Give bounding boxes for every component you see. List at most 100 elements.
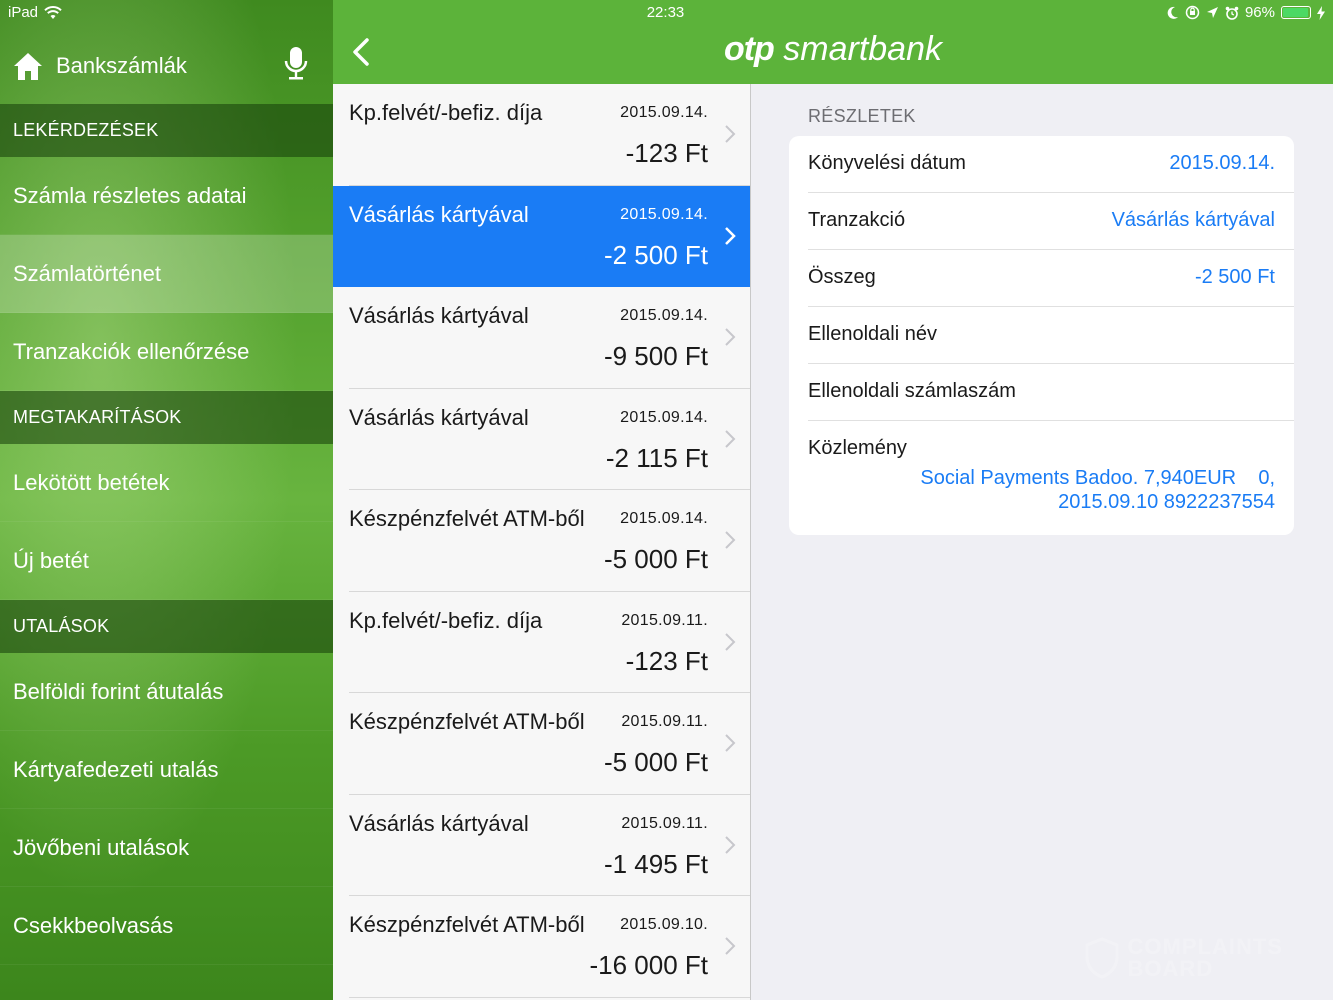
transaction-row[interactable]: Kp.felvét/-befiz. díja 2015.09.11. -123 … — [333, 592, 750, 694]
sidebar-item-card-coverage-transfer[interactable]: Kártyafedezeti utalás — [0, 731, 333, 809]
transaction-amount: -123 Ft — [625, 138, 708, 168]
transaction-name: Vásárlás kártyával — [349, 404, 529, 430]
sidebar-item-transaction-check[interactable]: Tranzakciók ellenőrzése — [0, 313, 333, 391]
transaction-date: 2015.09.11. — [621, 814, 708, 832]
transaction-row[interactable]: Készpénzfelvét ATM-ből 2015.09.14. -5 00… — [333, 490, 750, 592]
home-icon — [14, 53, 42, 80]
details-card: Könyvelési dátum 2015.09.14. Tranzakció … — [789, 136, 1294, 535]
chevron-right-icon — [725, 632, 736, 651]
transaction-date: 2015.09.14. — [620, 205, 708, 223]
watermark-line1: COMPLAINTS — [1127, 934, 1283, 959]
transaction-row-selected[interactable]: Vásárlás kártyával 2015.09.14. -2 500 Ft — [333, 185, 750, 287]
sidebar-menu: LEKÉRDEZÉSEK Számla részletes adatai Szá… — [0, 104, 333, 965]
detail-value: Vásárlás kártyával — [1111, 209, 1275, 231]
transaction-amount: -1 495 Ft — [603, 848, 708, 879]
transaction-name: Készpénzfelvét ATM-ből — [349, 506, 585, 531]
detail-note-value: Social Payments Badoo. 7,940EUR 0, 2015.… — [920, 466, 1275, 514]
transaction-name: Vásárlás kártyával — [349, 810, 529, 836]
detail-value: 2015.09.14. — [1169, 152, 1275, 174]
sidebar-header-title: Bankszámlák — [56, 53, 187, 78]
chevron-right-icon — [725, 226, 736, 245]
device-label: iPad — [8, 4, 39, 21]
transaction-amount: -16 000 Ft — [589, 950, 708, 980]
transaction-date: 2015.09.14. — [620, 104, 708, 121]
detail-note-line: Social Payments Badoo. 7,940EUR 0, — [920, 467, 1275, 489]
sidebar-item-fixed-deposits[interactable]: Lekötött betétek — [0, 444, 333, 522]
transaction-row[interactable]: Készpénzfelvét ATM-ből 2015.09.11. -5 00… — [333, 693, 750, 795]
rotation-lock-icon — [1185, 5, 1200, 20]
transaction-amount: -5 000 Ft — [603, 544, 708, 574]
detail-row-amount: Összeg -2 500 Ft — [808, 250, 1294, 307]
detail-label: Könyvelési dátum — [808, 152, 966, 174]
sidebar-item-cheque-scan[interactable]: Csekkbeolvasás — [0, 887, 333, 965]
battery-icon — [1281, 6, 1311, 19]
watermark: COMPLAINTS BOARD — [1084, 936, 1283, 980]
transaction-date: 2015.09.10. — [620, 916, 708, 933]
transaction-date: 2015.09.11. — [621, 713, 708, 730]
chevron-right-icon — [725, 734, 736, 752]
transaction-date: 2015.09.14. — [620, 307, 708, 324]
details-panel: RÉSZLETEK Könyvelési dátum 2015.09.14. T… — [751, 84, 1333, 1000]
chevron-right-icon — [725, 125, 736, 143]
transaction-amount: -2 115 Ft — [605, 442, 708, 473]
charging-icon — [1317, 5, 1325, 20]
transaction-list: Kp.felvét/-befiz. díja 2015.09.14. -123 … — [333, 84, 750, 1000]
transaction-row[interactable]: Vásárlás kártyával 2015.09.11. -1 495 Ft — [333, 795, 750, 897]
detail-row-note: Közlemény Social Payments Badoo. 7,940EU… — [808, 421, 1294, 533]
transaction-row[interactable]: Vásárlás kártyával 2015.09.14. -9 500 Ft — [333, 287, 750, 389]
battery-percent: 96% — [1244, 4, 1275, 21]
chevron-right-icon — [725, 328, 736, 346]
shield-icon — [1085, 937, 1119, 979]
sidebar-section-queries: LEKÉRDEZÉSEK — [0, 104, 333, 157]
transaction-date: 2015.09.14. — [620, 408, 708, 426]
chevron-right-icon — [725, 531, 736, 549]
sidebar-item-new-deposit[interactable]: Új betét — [0, 522, 333, 600]
transaction-row[interactable]: Vásárlás kártyával 2015.09.14. -2 115 Ft — [333, 389, 750, 491]
sidebar-item-future-transfers[interactable]: Jövőbeni utalások — [0, 809, 333, 887]
status-bar-left: iPad — [8, 4, 62, 21]
transaction-name: Vásárlás kártyával — [349, 201, 529, 227]
status-time: 22:33 — [646, 4, 685, 21]
moon-icon — [1167, 6, 1178, 19]
brand-logo-otp: otp — [723, 30, 775, 68]
details-section-title: RÉSZLETEK — [808, 106, 916, 126]
transaction-amount: -9 500 Ft — [603, 341, 708, 371]
brand-logo-smartbank: smartbank — [773, 30, 943, 68]
transaction-date: 2015.09.11. — [621, 611, 708, 629]
detail-label: Ellenoldali számlaszám — [808, 380, 1016, 402]
sidebar-section-transfers: UTALÁSOK — [0, 600, 333, 653]
detail-label: Összeg — [808, 266, 876, 288]
transaction-row[interactable]: Kp.felvét/-befiz. díja 2015.09.14. -123 … — [333, 84, 750, 186]
transaction-amount: -2 500 Ft — [603, 239, 708, 270]
alarm-icon — [1225, 6, 1239, 20]
sidebar-item-domestic-transfer[interactable]: Belföldi forint átutalás — [0, 653, 333, 731]
sidebar-section-savings: MEGTAKARÍTÁSOK — [0, 391, 333, 444]
transaction-name: Készpénzfelvét ATM-ből — [349, 709, 585, 734]
detail-row-counterparty-account: Ellenoldali számlaszám — [808, 364, 1294, 421]
wifi-icon — [44, 5, 62, 19]
detail-label: Ellenoldali név — [808, 323, 937, 345]
watermark-line2: BOARD — [1127, 956, 1214, 981]
top-bar: 22:33 96% otp smartbank — [333, 0, 1333, 84]
chevron-right-icon — [725, 937, 736, 955]
detail-row-counterparty-name: Ellenoldali név — [808, 307, 1294, 364]
detail-row-booking-date: Könyvelési dátum 2015.09.14. — [808, 136, 1294, 193]
transaction-name: Kp.felvét/-befiz. díja — [349, 607, 543, 633]
chevron-right-icon — [725, 429, 736, 448]
sidebar: iPad Bankszámlák LEKÉRDEZÉSEK Számla rés… — [0, 0, 333, 1000]
detail-label: Közlemény — [808, 437, 907, 459]
sidebar-item-account-details[interactable]: Számla részletes adatai — [0, 157, 333, 235]
transaction-amount: -5 000 Ft — [603, 747, 708, 777]
transaction-name: Kp.felvét/-befiz. díja — [349, 100, 543, 125]
status-bar-right: 96% — [1167, 4, 1325, 21]
location-icon — [1206, 7, 1218, 18]
microphone-icon[interactable] — [283, 46, 309, 82]
sidebar-header[interactable]: Bankszámlák — [0, 28, 333, 104]
transaction-row[interactable]: Készpénzfelvét ATM-ből 2015.09.10. -16 0… — [333, 896, 750, 998]
transaction-name: Vásárlás kártyával — [349, 303, 529, 328]
sidebar-item-account-history[interactable]: Számlatörténet — [0, 235, 333, 313]
brand-logo: otp smartbank — [333, 30, 1333, 69]
detail-row-transaction: Tranzakció Vásárlás kártyával — [808, 193, 1294, 250]
transaction-name: Készpénzfelvét ATM-ből — [349, 912, 585, 937]
chevron-right-icon — [725, 835, 736, 854]
